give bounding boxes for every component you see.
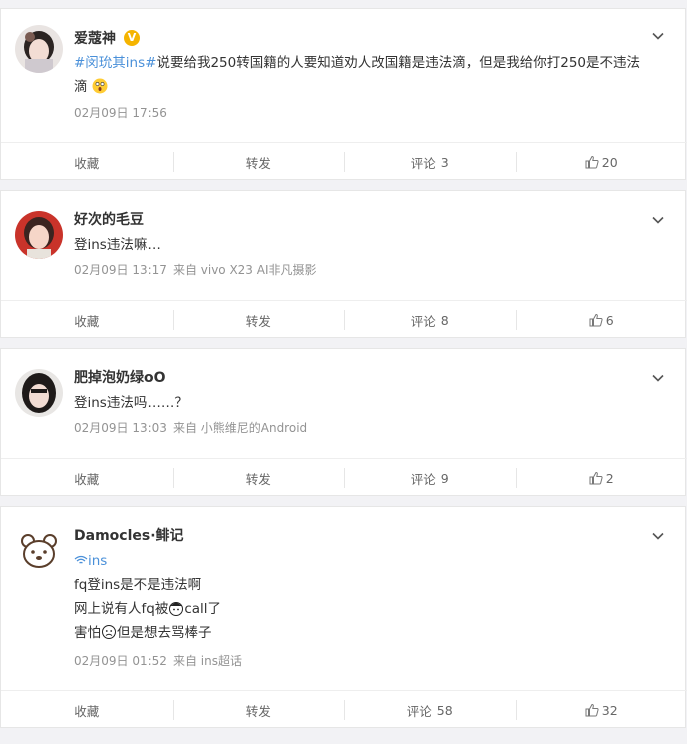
like-button[interactable]: 32	[515, 691, 687, 729]
action-bar: 收藏 转发 评论 3 20	[1, 142, 687, 181]
topic-link[interactable]: #闵玧其ins#	[74, 55, 156, 71]
sad-emoji-icon	[102, 625, 116, 639]
link-icon	[74, 555, 88, 564]
thumbs-up-icon	[585, 155, 599, 169]
repost-button[interactable]: 转发	[172, 691, 345, 729]
avatar[interactable]	[15, 527, 63, 575]
supertopic-link[interactable]: ins	[74, 553, 107, 569]
thumbs-up-icon	[589, 471, 603, 485]
favorite-button[interactable]: 收藏	[1, 691, 173, 729]
post-source[interactable]: 来自 ins超话	[173, 654, 242, 668]
action-bar: 收藏 转发 评论 58 32	[1, 690, 687, 729]
post-time[interactable]: 02月09日 17:56	[74, 106, 167, 120]
favorite-button[interactable]: 收藏	[1, 459, 173, 497]
avatar[interactable]	[15, 369, 63, 417]
comment-button[interactable]: 评论 3	[344, 143, 516, 181]
action-bar: 收藏 转发 评论 9 2	[1, 458, 687, 497]
chevron-down-icon[interactable]	[651, 29, 665, 43]
author-name[interactable]: 肥掉泡奶绿oO	[74, 368, 166, 388]
post-card: 爱蔻神 V #闵玧其ins#说要给我250转国籍的人要知道劝人改国籍是违法滴，但…	[0, 8, 687, 181]
post-card: Damocles·鲱记 ins fq登ins是不是违法啊 网上说有人fq被 cal…	[0, 506, 687, 729]
weibo-comment-feed: 爱蔻神 V #闵玧其ins#说要给我250转国籍的人要知道劝人改国籍是违法滴，但…	[0, 0, 687, 744]
favorite-button[interactable]: 收藏	[1, 143, 173, 181]
avatar[interactable]	[15, 25, 63, 73]
like-button[interactable]: 2	[515, 459, 687, 497]
post-text: #闵玧其ins#说要给我250转国籍的人要知道劝人改国籍是违法滴，但是我给你打2…	[74, 55, 641, 95]
repost-button[interactable]: 转发	[172, 143, 345, 181]
post-text: 登ins违法吗……？	[74, 395, 188, 411]
post-card: 肥掉泡奶绿oO 登ins违法吗……？ 02月09日 13:03 来自 小熊维尼的A…	[0, 348, 687, 497]
post-card: 好次的毛豆 登ins违法嘛… 02月09日 13:17 来自 vivo X23 A…	[0, 190, 687, 339]
author-name[interactable]: 爱蔻神 V	[74, 29, 140, 49]
post-meta: 02月09日 13:17 来自 vivo X23 AI非凡摄影	[74, 261, 317, 279]
like-button[interactable]: 20	[515, 143, 687, 181]
post-text: 登ins违法嘛…	[74, 237, 161, 253]
author-name[interactable]: 好次的毛豆	[74, 210, 144, 230]
shocked-emoji-icon	[92, 78, 108, 94]
post-meta: 02月09日 13:03 来自 小熊维尼的Android	[74, 419, 307, 437]
thumbs-up-icon	[585, 703, 599, 717]
post-source: 来自 vivo X23 AI非凡摄影	[172, 263, 317, 277]
favorite-button[interactable]: 收藏	[1, 301, 173, 339]
action-bar: 收藏 转发 评论 8 6	[1, 300, 687, 339]
post-meta: 02月09日 01:52 来自 ins超话	[74, 652, 242, 670]
chevron-down-icon[interactable]	[651, 529, 665, 543]
post-text: ins fq登ins是不是违法啊 网上说有人fq被 call了 害怕 但是想去骂棒子	[74, 553, 222, 641]
post-time[interactable]: 02月09日 13:03	[74, 421, 167, 435]
post-meta: 02月09日 17:56	[74, 104, 167, 122]
post-time[interactable]: 02月09日 13:17	[74, 263, 167, 277]
author-name[interactable]: Damocles·鲱记	[74, 526, 184, 546]
chevron-down-icon[interactable]	[651, 213, 665, 227]
thumbs-up-icon	[589, 313, 603, 327]
verified-badge-icon: V	[124, 30, 140, 46]
repost-button[interactable]: 转发	[172, 459, 345, 497]
post-time[interactable]: 02月09日 01:52	[74, 654, 167, 668]
comment-button[interactable]: 评论 8	[344, 301, 516, 339]
comment-button[interactable]: 评论 9	[344, 459, 516, 497]
chevron-down-icon[interactable]	[651, 371, 665, 385]
like-button[interactable]: 6	[515, 301, 687, 339]
post-source: 来自 小熊维尼的Android	[172, 421, 308, 435]
avatar[interactable]	[15, 211, 63, 259]
police-emoji-icon	[169, 602, 184, 616]
repost-button[interactable]: 转发	[172, 301, 345, 339]
comment-button[interactable]: 评论 58	[344, 691, 516, 729]
